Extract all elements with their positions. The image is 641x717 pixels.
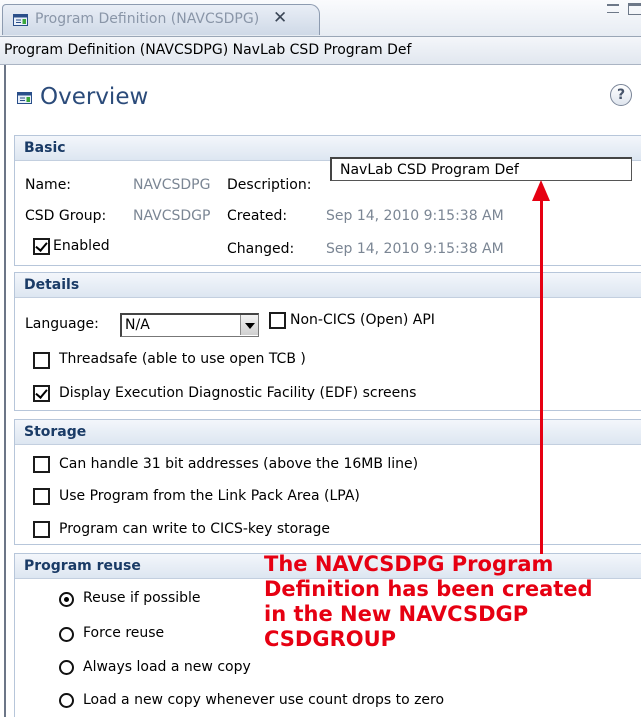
language-value: N/A xyxy=(125,317,150,333)
threadsafe-checkbox[interactable] xyxy=(33,352,50,369)
maximize-icon[interactable] xyxy=(628,3,641,15)
threadsafe-label: Threadsafe (able to use open TCB ) xyxy=(59,351,306,367)
created-label: Created: xyxy=(227,208,288,224)
annotation-line: Definition has been created xyxy=(264,577,593,601)
details-section-heading[interactable]: Details xyxy=(15,273,641,298)
always-load-new-copy-radio[interactable] xyxy=(59,660,74,675)
lpa-checkbox[interactable] xyxy=(33,488,50,505)
31-bit-label: Can handle 31 bit addresses (above the 1… xyxy=(59,456,419,472)
enabled-checkbox[interactable] xyxy=(33,238,50,255)
name-label: Name: xyxy=(25,177,72,193)
name-value: NAVCSDPG xyxy=(133,177,211,193)
changed-value: Sep 14, 2010 9:15:38 AM xyxy=(326,241,504,257)
language-label: Language: xyxy=(25,316,99,332)
reuse-option-label: Force reuse xyxy=(83,625,165,641)
enabled-label: Enabled xyxy=(53,238,110,254)
description-label: Description: xyxy=(227,177,312,193)
minimize-icon[interactable] xyxy=(607,4,619,13)
31-bit-checkbox[interactable] xyxy=(33,456,50,473)
editor-tab-bar: Program Definition (NAVCSDPG) ✕ xyxy=(0,0,641,37)
help-icon[interactable]: ? xyxy=(610,84,632,106)
annotation-arrow-head-icon xyxy=(532,180,550,201)
annotation-line: The NAVCSDPG Program xyxy=(264,552,554,576)
cics-key-storage-checkbox[interactable] xyxy=(33,521,50,538)
reuse-option-label: Always load a new copy xyxy=(83,659,251,675)
load-new-copy-when-zero-radio[interactable] xyxy=(59,693,74,708)
cics-key-storage-label: Program can write to CICS-key storage xyxy=(59,521,331,537)
program-definition-icon xyxy=(13,14,28,26)
editor-title: Program Definition (NAVCSDPG) NavLab CSD… xyxy=(4,42,412,58)
form-header: Overview ? xyxy=(6,65,641,125)
lpa-label: Use Program from the Link Pack Area (LPA… xyxy=(59,488,360,504)
page-title: Overview xyxy=(40,84,149,110)
editor-title-bar: Program Definition (NAVCSDPG) NavLab CSD… xyxy=(0,37,641,65)
annotation-line: in the New NAVCSDGP xyxy=(264,602,529,626)
reuse-option-label: Load a new copy whenever use count drops… xyxy=(83,692,445,708)
details-section: Details Language: N/A Non-CICS (Open) AP… xyxy=(14,272,641,411)
csd-group-value: NAVCSDGP xyxy=(133,208,211,224)
csd-group-label: CSD Group: xyxy=(25,208,107,224)
language-select[interactable]: N/A xyxy=(120,313,259,337)
created-value: Sep 14, 2010 9:15:38 AM xyxy=(326,208,504,224)
tab-title: Program Definition (NAVCSDPG) xyxy=(35,11,260,27)
edf-checkbox[interactable] xyxy=(33,385,50,402)
non-cics-api-checkbox[interactable] xyxy=(269,312,286,329)
reuse-option-label: Reuse if possible xyxy=(83,590,201,606)
reuse-if-possible-radio[interactable] xyxy=(59,592,74,607)
annotation-line: CSDGROUP xyxy=(264,627,397,651)
force-reuse-radio[interactable] xyxy=(59,627,74,642)
non-cics-api-label: Non-CICS (Open) API xyxy=(290,312,435,328)
editor-left-border xyxy=(4,65,6,717)
program-definition-icon xyxy=(17,92,32,104)
storage-section: Storage Can handle 31 bit addresses (abo… xyxy=(14,419,641,545)
changed-label: Changed: xyxy=(227,241,295,257)
editor-tab[interactable]: Program Definition (NAVCSDPG) ✕ xyxy=(2,4,320,35)
annotation-arrow-shaft xyxy=(540,198,543,554)
edf-label: Display Execution Diagnostic Facility (E… xyxy=(59,385,417,401)
description-field[interactable] xyxy=(330,157,632,181)
chevron-down-icon[interactable] xyxy=(240,315,258,335)
storage-section-heading[interactable]: Storage xyxy=(15,420,641,445)
annotation-callout: The NAVCSDPG Program Definition has been… xyxy=(264,552,641,652)
close-icon[interactable]: ✕ xyxy=(273,8,287,28)
